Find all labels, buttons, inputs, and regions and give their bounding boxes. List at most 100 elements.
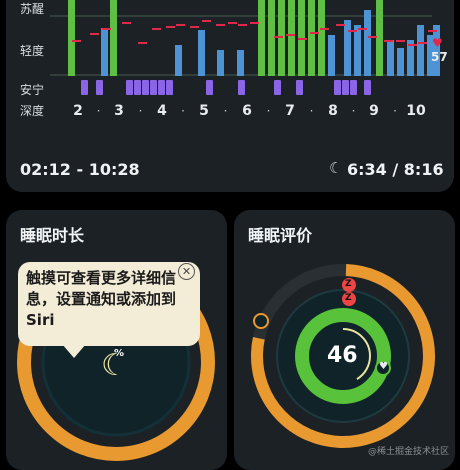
deep-bar [296,80,303,95]
watermark: @稀土掘金技术社区 [368,447,450,457]
stage-bar [397,48,404,76]
moon-icon: ☾ [329,159,343,177]
deep-bar [150,80,157,95]
heart-rate-mark [368,36,377,38]
heart-rate-mark [216,24,225,26]
sleep-stages-card[interactable]: 苏醒 轻度 安宁 深度 ♥ 57 2 · 3 · 4 · 5 · 6 · 7 · 8 · 9 · 10 02:1… [6,0,454,192]
heart-rate-mark [286,34,295,36]
heart-icon: ♥ [379,361,388,372]
sleep-score: 46 [327,343,358,368]
x-tick-label: 2 [73,103,83,119]
heart-rate-mark [336,24,345,26]
x-tick-label: 6 [242,103,252,119]
percent-label: % [114,348,125,359]
moon-marker [253,313,269,329]
stage-bar [68,0,75,76]
stage-bar [387,40,394,76]
heart-rate-mark [408,44,417,46]
heart-rate-mark [348,30,357,32]
deep-bar [364,80,371,95]
x-tick-label: 9 [369,103,379,119]
heart-rate-mark [310,32,319,34]
stage-bar [258,0,265,76]
stage-bar [328,35,335,76]
heart-rate-mark [428,30,437,32]
stage-bar [354,25,361,76]
x-tick-separator: · [351,104,356,118]
x-tick-label: 8 [328,103,338,119]
tooltip-pointer [62,344,86,358]
deep-bar [96,80,103,95]
sleep-score-card[interactable]: 睡眠评价 Z Z ♥ 46 [234,210,455,470]
stage-bar [417,25,424,76]
heart-rate-mark [176,24,185,26]
heart-rate-mark [202,20,211,22]
score-rings [251,264,435,448]
deep-bar [81,80,88,95]
deep-bar [134,80,141,95]
heart-rate-mark [384,40,393,42]
stage-bar [175,45,182,76]
heart-rate-mark [250,22,259,24]
sleep-ratio: 6:34 / 8:16 [347,160,444,179]
heart-rate-mark [396,40,405,42]
stage-bar [376,0,383,76]
stage-bar [101,28,108,76]
stage-bar [198,30,205,76]
heart-rate-mark [228,22,237,24]
deep-bar [166,80,173,95]
stage-bar [344,20,351,76]
heart-rate-mark [166,26,175,28]
x-tick-separator: · [393,104,397,118]
deep-bar [238,80,245,95]
sleep-duration-card[interactable]: 睡眠时长 ☾ % 触摸可查看更多详细信息，设置通知或添加到 Siri ✕ [6,210,227,470]
x-tick-separator: · [181,104,185,118]
x-tick-label: 5 [199,103,209,119]
z-badge-label-2: Z [345,293,352,303]
heart-rate-mark [358,28,367,30]
tooltip-bubble[interactable]: 触摸可查看更多详细信息，设置通知或添加到 Siri ✕ [18,262,200,346]
z-badge-label-1: Z [345,279,352,289]
stage-bar [110,0,117,76]
heart-rate-mark [122,22,131,24]
deep-bar [334,80,341,95]
heart-rate-mark [418,42,427,44]
x-tick-label: 7 [285,103,295,119]
heart-rate-mark [320,28,329,30]
heart-rate-mark [274,36,283,38]
x-tick-separator: · [138,104,143,118]
heart-rate-mark [152,28,161,30]
x-tick-label: 3 [114,103,124,119]
stage-bar [308,0,315,76]
x-tick-label: 4 [157,103,167,119]
stage-bar [364,10,371,76]
heart-rate-mark [72,40,81,42]
deep-bar [274,80,281,95]
stage-bar [288,0,295,76]
x-tick-separator: · [96,104,101,118]
deep-bar [158,80,165,95]
heart-rate-mark [298,38,307,40]
heart-rate-mark [190,26,199,28]
heart-rate-mark [138,42,147,44]
deep-bar [206,80,213,95]
deep-bar [126,80,133,95]
stage-bar [237,50,244,76]
tooltip-text: 触摸可查看更多详细信息，设置通知或添加到 Siri [26,269,177,329]
heart-rate-mark [238,24,247,26]
x-tick-label: 10 [406,103,426,119]
close-icon[interactable]: ✕ [178,263,195,280]
heart-rate-mark [102,28,111,30]
x-tick-separator: · [266,104,271,118]
deep-bar [350,80,357,95]
deep-bar [342,80,349,95]
x-tick-separator: · [309,104,314,118]
heart-icon: ♥ [432,36,443,50]
time-range: 02:12 - 10:28 [20,160,140,179]
stage-bar [217,50,224,76]
stage-bar [318,0,325,76]
heart-rate-mark [90,33,99,35]
heart-rate-value: 57 [431,50,448,64]
stage-bar [268,0,275,76]
deep-bar [142,80,149,95]
